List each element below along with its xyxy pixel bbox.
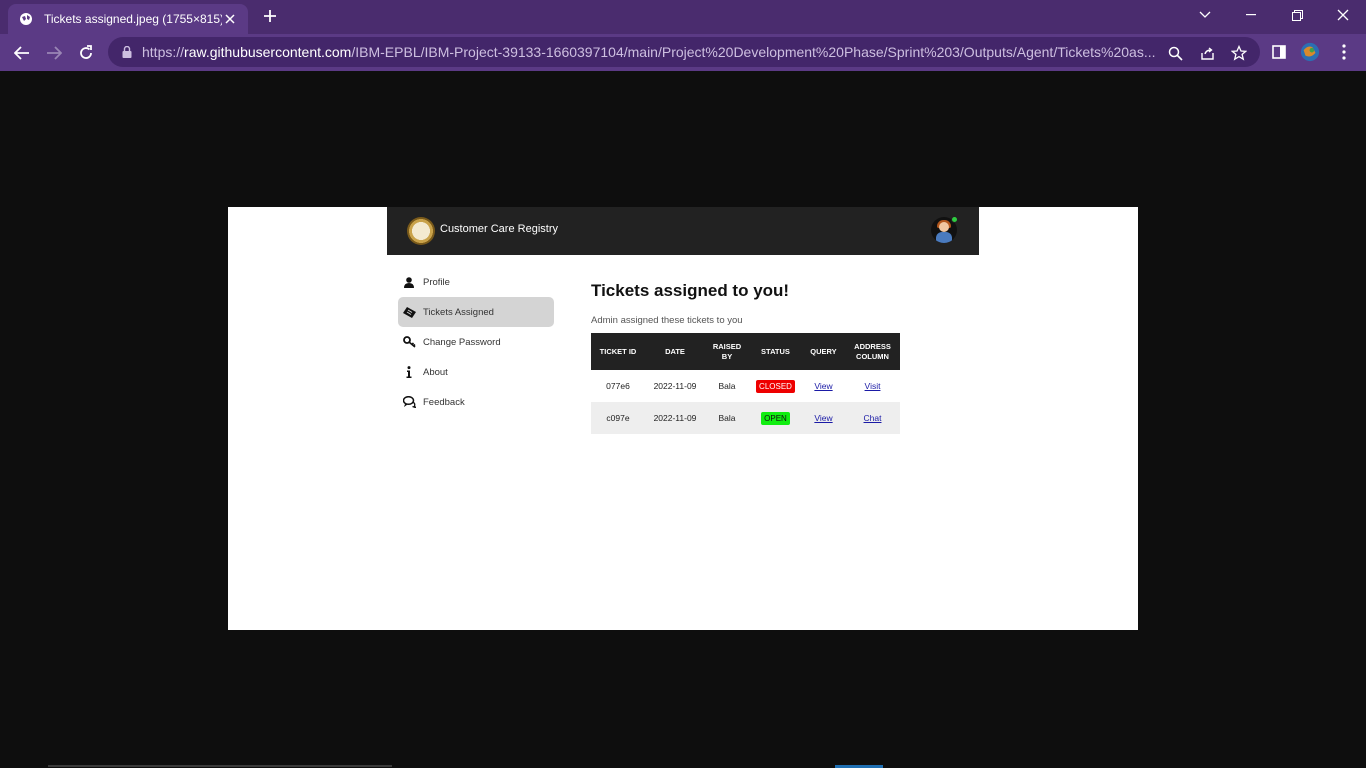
ticket-date: 2022-11-09 bbox=[645, 402, 705, 434]
tab-title: Tickets assigned.jpeg (1755×815) bbox=[44, 12, 222, 26]
image-viewport: Customer Care Registry Profile Tickets A… bbox=[228, 207, 1138, 630]
ticket-id: 077e6 bbox=[606, 381, 630, 391]
column-header: RAISED BY bbox=[705, 333, 749, 370]
table-row: c097e 2022-11-09 Bala OPEN View Chat bbox=[591, 402, 900, 434]
menu-icon[interactable] bbox=[1334, 42, 1354, 62]
sidebar-item-label: Feedback bbox=[423, 396, 465, 408]
column-header: DATE bbox=[645, 333, 705, 370]
sidebar-item-label: Tickets Assigned bbox=[423, 306, 494, 318]
sidebar-item-label: About bbox=[423, 366, 448, 378]
ticket-raised-by: Bala bbox=[718, 381, 736, 391]
ticket-address-cell: Visit bbox=[845, 370, 900, 402]
sidebar-item-feedback[interactable]: Feedback bbox=[398, 387, 554, 417]
brand-name: Customer Care Registry bbox=[440, 223, 558, 235]
column-header: STATUS bbox=[749, 333, 802, 370]
zoom-icon[interactable] bbox=[1166, 44, 1184, 62]
app-navbar: Customer Care Registry bbox=[387, 207, 979, 255]
url-scheme: https:// bbox=[142, 44, 185, 60]
reload-icon[interactable] bbox=[72, 39, 100, 67]
restore-icon[interactable] bbox=[1274, 0, 1320, 30]
sidebar: Profile Tickets Assigned Change Password… bbox=[398, 267, 554, 417]
ticket-raised-by: Bala bbox=[705, 402, 749, 434]
ticket-query-cell: View bbox=[802, 370, 845, 402]
page-title: Tickets assigned to you! bbox=[591, 281, 790, 300]
column-header: QUERY bbox=[802, 333, 845, 370]
share-icon[interactable] bbox=[1198, 44, 1216, 62]
tickets-table: TICKET ID DATE RAISED BY STATUS QUERY AD… bbox=[591, 333, 900, 434]
sidebar-item-profile[interactable]: Profile bbox=[398, 267, 554, 297]
sidebar-item-label: Change Password bbox=[423, 336, 501, 348]
ticket-icon bbox=[402, 305, 416, 319]
status-badge: CLOSED bbox=[756, 379, 795, 393]
browser-tab[interactable]: Tickets assigned.jpeg (1755×815) bbox=[8, 4, 248, 34]
ticket-status-cell: OPEN bbox=[749, 402, 802, 434]
page-subtitle: Admin assigned these tickets to you bbox=[591, 315, 743, 326]
chat-icon bbox=[402, 395, 416, 409]
view-query-link[interactable]: View bbox=[814, 381, 832, 391]
sidebar-item-about[interactable]: About bbox=[398, 357, 554, 387]
tab-strip: Tickets assigned.jpeg (1755×815) bbox=[0, 0, 1366, 34]
user-icon bbox=[402, 275, 416, 289]
window-close-icon[interactable] bbox=[1320, 0, 1366, 30]
back-icon[interactable] bbox=[8, 39, 36, 67]
url-host: raw.githubusercontent.com bbox=[184, 44, 352, 60]
sidebar-item-tickets-assigned[interactable]: Tickets Assigned bbox=[398, 297, 554, 327]
forward-icon[interactable] bbox=[40, 39, 68, 67]
globe-icon bbox=[18, 11, 34, 27]
ticket-date: 2022-11-09 bbox=[653, 381, 697, 391]
ticket-id: c097e bbox=[591, 402, 645, 434]
url-path: /IBM-EPBL/IBM-Project-39133-1660397104/m… bbox=[351, 44, 1156, 60]
view-query-link[interactable]: View bbox=[814, 413, 832, 423]
ticket-query-cell: View bbox=[802, 402, 845, 434]
sidepanel-icon[interactable] bbox=[1269, 42, 1289, 62]
table-header-row: TICKET ID DATE RAISED BY STATUS QUERY AD… bbox=[591, 333, 900, 370]
status-badge: OPEN bbox=[761, 411, 790, 425]
ticket-status-cell: CLOSED bbox=[749, 370, 802, 402]
ticket-address-cell: Chat bbox=[845, 402, 900, 434]
chevron-down-icon[interactable] bbox=[1182, 0, 1228, 30]
key-icon bbox=[402, 335, 416, 349]
main-content: Tickets assigned to you! Admin assigned … bbox=[591, 281, 900, 434]
visit-link[interactable]: Visit bbox=[865, 381, 881, 391]
logo bbox=[407, 217, 435, 245]
star-icon[interactable] bbox=[1230, 44, 1248, 62]
chat-link[interactable]: Chat bbox=[864, 413, 882, 423]
close-icon[interactable] bbox=[222, 11, 238, 27]
sidebar-item-label: Profile bbox=[423, 276, 450, 288]
plus-icon[interactable] bbox=[258, 6, 282, 28]
browser-toolbar: https://raw.githubusercontent.com/IBM-EP… bbox=[0, 34, 1366, 71]
column-header: TICKET ID bbox=[591, 333, 645, 370]
lock-icon[interactable] bbox=[120, 45, 134, 59]
profile-icon[interactable] bbox=[1300, 42, 1320, 62]
column-header: ADDRESS COLUMN bbox=[845, 333, 900, 370]
url-text: https://raw.githubusercontent.com/IBM-EP… bbox=[142, 44, 1162, 60]
online-status-dot bbox=[951, 216, 958, 223]
taskbar-divider bbox=[48, 765, 392, 767]
minimize-icon[interactable] bbox=[1228, 0, 1274, 30]
table-row: 077e6 2022-11-09 Bala CLOSED View Visit bbox=[591, 370, 900, 402]
sidebar-item-change-password[interactable]: Change Password bbox=[398, 327, 554, 357]
info-icon bbox=[402, 365, 416, 379]
address-bar[interactable]: https://raw.githubusercontent.com/IBM-EP… bbox=[108, 37, 1260, 67]
